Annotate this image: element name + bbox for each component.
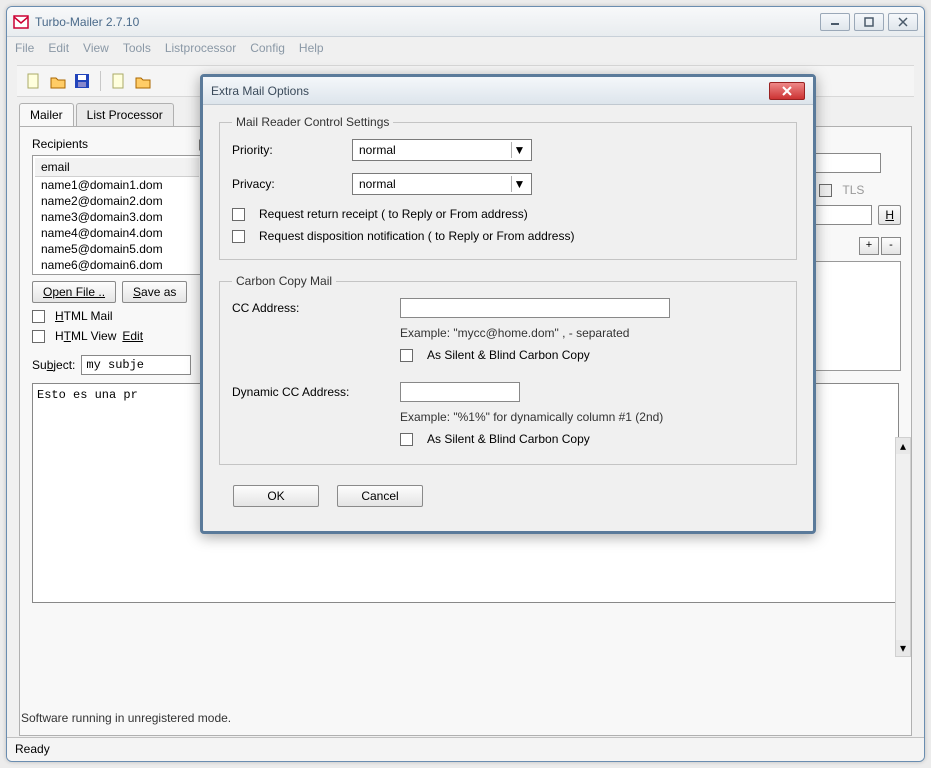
list-item[interactable]: name2@domain2.dom bbox=[35, 193, 199, 209]
return-receipt-checkbox[interactable] bbox=[232, 208, 245, 221]
html-view-checkbox[interactable] bbox=[32, 330, 45, 343]
list-item[interactable]: name4@domain4.dom bbox=[35, 225, 199, 241]
scroll-down-icon[interactable]: ▾ bbox=[896, 640, 910, 656]
dynamic-cc-input[interactable] bbox=[400, 382, 520, 402]
statusbar: Ready bbox=[7, 737, 924, 761]
open2-icon[interactable] bbox=[134, 72, 152, 90]
cc-example-text: Example: "mycc@home.dom" , - separated bbox=[400, 326, 784, 340]
titlebar: Turbo-Mailer 2.7.10 bbox=[7, 7, 924, 37]
menu-file[interactable]: File bbox=[15, 41, 34, 55]
cc-silent-label: As Silent & Blind Carbon Copy bbox=[427, 348, 590, 362]
menu-listprocessor[interactable]: Listprocessor bbox=[165, 41, 236, 55]
priority-combo[interactable]: normal ▼ bbox=[352, 139, 532, 161]
menubar: File Edit View Tools Listprocessor Confi… bbox=[7, 37, 924, 59]
list-item[interactable]: name1@domain1.dom bbox=[35, 177, 199, 193]
menu-config[interactable]: Config bbox=[250, 41, 285, 55]
recipients-column-header: email bbox=[35, 158, 199, 177]
save-as-button[interactable]: Save as bbox=[122, 281, 187, 303]
list-item[interactable]: name3@domain3.dom bbox=[35, 209, 199, 225]
maximize-button[interactable] bbox=[854, 13, 884, 31]
open-icon[interactable] bbox=[49, 72, 67, 90]
h-button[interactable]: H bbox=[878, 205, 901, 225]
cc-silent-checkbox[interactable] bbox=[400, 349, 413, 362]
minus-button[interactable]: - bbox=[881, 237, 901, 255]
carbon-copy-group: Carbon Copy Mail CC Address: Example: "m… bbox=[219, 274, 797, 465]
subject-label: Subject: bbox=[32, 358, 75, 372]
group2-legend: Carbon Copy Mail bbox=[232, 274, 336, 288]
scrollbar[interactable]: ▴ ▾ bbox=[895, 437, 911, 657]
cc-address-input[interactable] bbox=[400, 298, 670, 318]
tab-list-processor[interactable]: List Processor bbox=[76, 103, 174, 126]
app-icon bbox=[13, 14, 29, 30]
plus-button[interactable]: + bbox=[859, 237, 879, 255]
list-item[interactable]: name5@domain5.dom bbox=[35, 241, 199, 257]
menu-help[interactable]: Help bbox=[299, 41, 324, 55]
privacy-value: normal bbox=[359, 177, 396, 191]
ok-button[interactable]: OK bbox=[233, 485, 319, 507]
subject-input[interactable] bbox=[81, 355, 191, 375]
cc-address-label: CC Address: bbox=[232, 301, 390, 315]
return-receipt-label: Request return receipt ( to Reply or Fro… bbox=[259, 207, 528, 221]
save-icon[interactable] bbox=[73, 72, 91, 90]
window-title: Turbo-Mailer 2.7.10 bbox=[35, 15, 820, 29]
dynamic-cc-silent-label: As Silent & Blind Carbon Copy bbox=[427, 432, 590, 446]
close-button[interactable] bbox=[888, 13, 918, 31]
dialog-title: Extra Mail Options bbox=[211, 84, 769, 98]
dropdown-arrow-icon: ▼ bbox=[511, 142, 527, 158]
recipients-label: Recipients[ bbox=[32, 137, 202, 151]
dialog-close-button[interactable] bbox=[769, 82, 805, 100]
menu-view[interactable]: View bbox=[83, 41, 109, 55]
html-view-label: HTML View bbox=[55, 329, 116, 343]
dynamic-cc-example-text: Example: "%1%" for dynamically column #1… bbox=[400, 410, 784, 424]
dialog-titlebar: Extra Mail Options bbox=[203, 77, 813, 105]
priority-label: Priority: bbox=[232, 143, 342, 157]
cancel-button[interactable]: Cancel bbox=[337, 485, 423, 507]
privacy-combo[interactable]: normal ▼ bbox=[352, 173, 532, 195]
toolbar-separator bbox=[100, 71, 101, 91]
mail-reader-control-group: Mail Reader Control Settings Priority: n… bbox=[219, 115, 797, 260]
group1-legend: Mail Reader Control Settings bbox=[232, 115, 393, 129]
list-item[interactable]: name6@domain6.dom bbox=[35, 257, 199, 273]
tab-mailer[interactable]: Mailer bbox=[19, 103, 74, 126]
new-doc2-icon[interactable] bbox=[110, 72, 128, 90]
menu-edit[interactable]: Edit bbox=[48, 41, 69, 55]
priority-value: normal bbox=[359, 143, 396, 157]
tls-checkbox[interactable] bbox=[819, 184, 832, 197]
html-mail-label: HTML Mail bbox=[55, 309, 113, 323]
minimize-button[interactable] bbox=[820, 13, 850, 31]
menu-tools[interactable]: Tools bbox=[123, 41, 151, 55]
open-file-button[interactable]: Open File .. bbox=[32, 281, 116, 303]
tls-label: TLS bbox=[842, 183, 864, 197]
dynamic-cc-label: Dynamic CC Address: bbox=[232, 385, 390, 399]
disposition-notification-checkbox[interactable] bbox=[232, 230, 245, 243]
edit-link[interactable]: Edit bbox=[122, 329, 143, 343]
privacy-label: Privacy: bbox=[232, 177, 342, 191]
registration-status: Software running in unregistered mode. bbox=[21, 711, 231, 725]
html-mail-checkbox[interactable] bbox=[32, 310, 45, 323]
extra-mail-options-dialog: Extra Mail Options Mail Reader Control S… bbox=[200, 74, 816, 534]
scroll-up-icon[interactable]: ▴ bbox=[896, 438, 910, 454]
dynamic-cc-silent-checkbox[interactable] bbox=[400, 433, 413, 446]
recipients-list[interactable]: email name1@domain1.dom name2@domain2.do… bbox=[32, 155, 202, 275]
dropdown-arrow-icon: ▼ bbox=[511, 176, 527, 192]
new-doc-icon[interactable] bbox=[25, 72, 43, 90]
disposition-notification-label: Request disposition notification ( to Re… bbox=[259, 229, 574, 243]
